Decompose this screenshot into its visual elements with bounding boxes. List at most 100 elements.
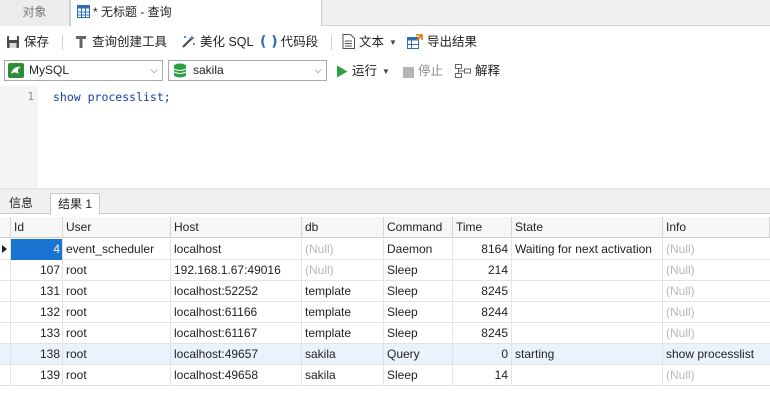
row-marker[interactable] [0, 365, 11, 386]
row-marker[interactable] [0, 323, 11, 344]
cell-state[interactable] [512, 323, 663, 344]
column-header-info[interactable]: Info [663, 217, 770, 238]
cell-user[interactable]: root [63, 260, 171, 281]
cell-command[interactable]: Sleep [384, 323, 453, 344]
cell-db[interactable]: sakila [302, 365, 384, 386]
column-header-time[interactable]: Time [453, 217, 512, 238]
query-builder-button[interactable]: 查询创建工具 [74, 33, 167, 51]
row-marker[interactable] [0, 344, 11, 365]
table-row[interactable]: 131 root localhost:52252 template Sleep 8245 (… [0, 281, 770, 302]
cell-command[interactable]: Sleep [384, 281, 453, 302]
column-header-command[interactable]: Command [384, 217, 453, 238]
cell-info[interactable]: (Null) [663, 239, 770, 260]
beautify-sql-button[interactable]: 美化 SQL [181, 33, 254, 51]
column-header-id[interactable]: Id [11, 217, 63, 238]
sql-code-line[interactable]: show processlist; [53, 90, 171, 104]
text-view-button[interactable]: 文本 ▼ [342, 33, 397, 51]
explain-button[interactable]: 解释 [455, 62, 500, 80]
cell-info[interactable]: show processlist [663, 344, 770, 365]
cell-db[interactable]: template [302, 323, 384, 344]
cell-time[interactable]: 8244 [453, 302, 512, 323]
cell-id[interactable]: 131 [11, 281, 63, 302]
table-row[interactable]: 107 root 192.168.1.67:49016 (Null) Sleep 214(… [0, 260, 770, 281]
chevron-down-icon[interactable]: ⌵ [146, 61, 162, 80]
sql-editor[interactable]: 1 show processlist; [0, 86, 770, 190]
explain-label: 解释 [475, 64, 501, 78]
cell-state[interactable] [512, 365, 663, 386]
table-row[interactable]: 133 root localhost:61167 template Sleep 8245 (… [0, 323, 770, 344]
cell-db[interactable]: sakila [302, 344, 384, 365]
cell-host[interactable]: 192.168.1.67:49016 [171, 260, 302, 281]
run-label: 运行 [352, 64, 378, 78]
stop-button[interactable]: 停止 [403, 62, 443, 80]
cell-id[interactable]: 107 [11, 260, 63, 281]
column-header-host[interactable]: Host [171, 217, 302, 238]
chevron-down-icon[interactable]: ▼ [382, 63, 390, 81]
code-snippet-button[interactable]: ( ) 代码段 [260, 33, 318, 51]
cell-command[interactable]: Sleep [384, 260, 453, 281]
cell-id[interactable]: 132 [11, 302, 63, 323]
cell-id[interactable]: 139 [11, 365, 63, 386]
tab-info[interactable]: 信息 [2, 193, 40, 214]
cell-user[interactable]: root [63, 281, 171, 302]
cell-state[interactable] [512, 260, 663, 281]
save-button[interactable]: 保存 [6, 33, 49, 51]
table-row[interactable]: 139 root localhost:49658 sakila Sleep 14 (Null… [0, 365, 770, 386]
cell-time[interactable]: 8245 [453, 281, 512, 302]
cell-db[interactable]: (Null) [302, 260, 384, 281]
tab-objects[interactable]: 对象 [0, 0, 70, 26]
table-row[interactable]: 132 root localhost:61166 template Sleep 8244 (… [0, 302, 770, 323]
cell-time[interactable]: 8164 [453, 239, 512, 260]
cell-info[interactable]: (Null) [663, 365, 770, 386]
row-marker[interactable] [0, 281, 11, 302]
cell-user[interactable]: event_scheduler [63, 239, 171, 260]
column-header-db[interactable]: db [302, 217, 384, 238]
cell-info[interactable]: (Null) [663, 302, 770, 323]
cell-state[interactable] [512, 302, 663, 323]
cell-info[interactable]: (Null) [663, 281, 770, 302]
cell-command[interactable]: Daemon [384, 239, 453, 260]
cell-user[interactable]: root [63, 302, 171, 323]
cell-state[interactable] [512, 281, 663, 302]
cell-id[interactable]: 133 [11, 323, 63, 344]
cell-state[interactable]: Waiting for next activation [512, 239, 663, 260]
table-row[interactable]: 4 event_scheduler localhost (Null) Daemon 816… [0, 239, 770, 260]
cell-db[interactable]: template [302, 302, 384, 323]
cell-time[interactable]: 0 [453, 344, 512, 365]
chevron-down-icon[interactable]: ⌵ [310, 61, 326, 80]
cell-state[interactable]: starting [512, 344, 663, 365]
run-button[interactable]: 运行 ▼ [336, 62, 390, 80]
cell-info[interactable]: (Null) [663, 260, 770, 281]
cell-id[interactable]: 4 [11, 239, 63, 260]
cell-id[interactable]: 138 [11, 344, 63, 365]
cell-info[interactable]: (Null) [663, 323, 770, 344]
cell-command[interactable]: Sleep [384, 365, 453, 386]
table-row[interactable]: 138 root localhost:49657 sakila Query 0 starti… [0, 344, 770, 365]
cell-time[interactable]: 14 [453, 365, 512, 386]
cell-host[interactable]: localhost:49658 [171, 365, 302, 386]
cell-host[interactable]: localhost:49657 [171, 344, 302, 365]
cell-host[interactable]: localhost:52252 [171, 281, 302, 302]
column-header-state[interactable]: State [512, 217, 663, 238]
cell-host[interactable]: localhost [171, 239, 302, 260]
cell-time[interactable]: 214 [453, 260, 512, 281]
cell-host[interactable]: localhost:61167 [171, 323, 302, 344]
column-header-user[interactable]: User [63, 217, 171, 238]
tab-query-untitled[interactable]: * 无标题 - 查询 [70, 0, 322, 27]
cell-user[interactable]: root [63, 344, 171, 365]
row-marker[interactable] [0, 260, 11, 281]
cell-db[interactable]: (Null) [302, 239, 384, 260]
cell-host[interactable]: localhost:61166 [171, 302, 302, 323]
row-marker[interactable] [0, 239, 11, 260]
cell-db[interactable]: template [302, 281, 384, 302]
cell-user[interactable]: root [63, 365, 171, 386]
cell-command[interactable]: Query [384, 344, 453, 365]
database-select[interactable]: sakila ⌵ [168, 60, 327, 81]
cell-user[interactable]: root [63, 323, 171, 344]
connection-select[interactable]: MySQL ⌵ [4, 60, 163, 81]
cell-command[interactable]: Sleep [384, 302, 453, 323]
tab-result-1[interactable]: 结果 1 [50, 193, 101, 215]
row-marker[interactable] [0, 302, 11, 323]
cell-time[interactable]: 8245 [453, 323, 512, 344]
export-results-button[interactable]: 导出结果 [407, 33, 477, 51]
